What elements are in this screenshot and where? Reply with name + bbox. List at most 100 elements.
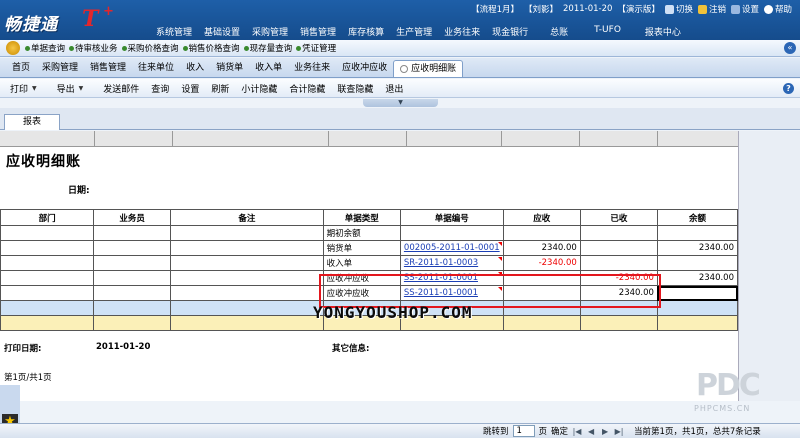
top-banner: 畅捷通 T + 【流程1月】 【刘影】 2011-01-20 【演示版】 切换 … [0,0,800,40]
brand-mark: T [82,6,99,32]
column-header: 单据编号 [399,209,504,226]
tab-ar-detail[interactable]: 应收明细账 [393,60,464,77]
quick-link[interactable]: 单据查询 [23,42,67,54]
login-date: 2011-01-20 [563,4,613,14]
send-mail-button[interactable]: 发送邮件 [97,82,145,95]
quick-link[interactable]: 销售价格查询 [181,42,242,54]
balance-cell[interactable]: 2340.00 [656,240,738,256]
main-menu-item[interactable]: 生产管理 [390,25,438,38]
doc-type-cell[interactable]: 应收冲应收 [322,285,401,301]
doc-code-link[interactable]: SS-2011-01-0001 [404,288,478,298]
main-menu-item[interactable]: 采购管理 [246,25,294,38]
chevron-down-icon: ▼ [32,84,37,92]
quick-link[interactable]: 凭证管理 [294,42,338,54]
balance-cell[interactable]: 2340.00 [656,270,738,286]
comment-marker-icon [497,257,502,261]
brand-plus: + [103,4,114,19]
doc-type-cell[interactable]: 应收冲应收 [322,270,401,286]
brand-name: 畅捷通 [4,15,58,35]
received-amount-cell[interactable]: -2340.00 [579,270,658,286]
table-row: 销货单 002005-2011-01-0001 2340.00 2340.00 [0,240,738,256]
main-menu-item[interactable]: 库存核算 [342,25,390,38]
refresh-button[interactable]: 刷新 [205,82,235,95]
quick-link[interactable]: 现存量查询 [242,42,295,54]
tab-home[interactable]: 首页 [6,60,36,77]
main-menu-item[interactable]: 系统管理 [150,25,198,38]
toolbar-collapse-handle[interactable]: ▼ [363,99,438,107]
doc-code-link[interactable]: SR-2011-01-0003 [404,258,478,268]
main-menu-item[interactable]: 报表中心 [639,25,687,38]
quick-link-label: 现存量查询 [249,44,293,54]
column-header: 已收 [579,209,658,226]
tab-sales-invoice[interactable]: 销货单 [210,60,249,77]
tab-income-voucher[interactable]: 收入单 [249,60,288,77]
main-menu-item[interactable]: 业务往来 [438,25,486,38]
logout-link[interactable]: 注销 [697,3,726,15]
settings-label: 设置 [741,5,759,15]
selected-cell[interactable] [656,285,738,301]
process-label: 【流程1月】 [471,5,519,15]
first-page-icon[interactable]: |◀ [572,427,582,436]
column-header: 单据类型 [322,209,401,226]
tab-sales[interactable]: 销售管理 [84,60,132,77]
watermark: YONGYOUSHOP.COM [313,303,473,322]
doc-type-cell[interactable]: 收入单 [322,255,401,271]
switch-link[interactable]: 切换 [664,3,693,15]
query-button[interactable]: 查询 [145,82,175,95]
settings-button[interactable]: 设置 [175,82,205,95]
confirm-button[interactable]: 确定 [551,425,568,437]
ar-amount-cell[interactable]: 2340.00 [502,240,581,256]
main-menu-item[interactable]: 基础设置 [198,25,246,38]
prev-page-icon[interactable]: ◀ [586,427,596,436]
main-menu-item[interactable]: 总账 [540,25,590,38]
mode-label: 【演示版】 [617,5,660,15]
quick-link[interactable]: 采购价格查询 [120,42,181,54]
help-icon[interactable]: ? [783,83,794,94]
switch-label: 切换 [675,5,693,15]
doc-type-cell[interactable]: 期初余额 [322,225,401,241]
export-button[interactable]: 导出 ▼ [51,82,90,95]
hide-subtotal-button[interactable]: 小计隐藏 [235,82,283,95]
tab-report[interactable]: 报表 [4,114,60,130]
main-menu-item[interactable]: 现金银行 [486,25,540,38]
exit-button[interactable]: 退出 [379,82,409,95]
last-page-icon[interactable]: ▶| [614,427,624,436]
doc-code-link[interactable]: 002005-2011-01-0001 [404,243,500,253]
main-menu-item[interactable]: T-UFO [590,25,639,38]
help-link[interactable]: 帮助 [763,3,792,15]
hide-total-button[interactable]: 合计隐藏 [283,82,331,95]
page-summary: 当前第1页，共1页，总共7条记录 [634,427,761,437]
bullet-icon [121,45,127,51]
other-info-label: 其它信息: [332,344,370,354]
report-tab-strip: 报表 [0,108,800,130]
print-button[interactable]: 打印 ▼ [4,82,43,95]
tab-partners[interactable]: 往来单位 [132,60,180,77]
main-menu-item[interactable]: 销售管理 [294,25,342,38]
tab-ar-offset[interactable]: 应收冲应收 [336,60,393,77]
function-tabs: 首页 采购管理 销售管理 往来单位 收入 销货单 收入单 业务往来 应收冲应收 … [0,58,800,78]
next-page-icon[interactable]: ▶ [600,427,610,436]
close-icon[interactable] [400,65,409,73]
gear-icon[interactable] [6,41,20,55]
tab-purchase[interactable]: 采购管理 [36,60,84,77]
quick-link[interactable]: 待审核业务 [67,42,120,54]
column-header: 部门 [0,209,95,226]
ar-amount-cell[interactable]: -2340.00 [502,255,581,271]
hide-drilldown-button[interactable]: 联查隐藏 [331,82,379,95]
tab-ar-detail-label: 应收明细账 [411,63,457,74]
quick-link-label: 采购价格查询 [127,44,179,54]
right-empty-area [739,131,800,401]
doc-type-cell[interactable]: 销货单 [322,240,401,256]
settings-link[interactable]: 设置 [730,3,759,15]
page-input[interactable]: 1 [512,425,535,437]
print-date-label: 打印日期: [4,344,42,354]
status-line: 【流程1月】 【刘影】 2011-01-20 【演示版】 切换 注销 设置 帮助 [471,3,792,15]
doc-code-link[interactable]: SS-2011-01-0001 [404,273,478,283]
pagination-bar: 跳转到 1 页 确定 |◀ ◀ ▶ ▶| 当前第1页，共1页，总共7条记录 [0,423,800,438]
tab-income[interactable]: 收入 [180,60,210,77]
print-date-value: 2011-01-20 [96,342,151,352]
collapse-icon[interactable]: « [784,42,796,54]
tab-business[interactable]: 业务往来 [288,60,336,77]
received-amount-cell[interactable]: 2340.00 [579,285,658,301]
table-row: 期初余额 [0,225,738,241]
